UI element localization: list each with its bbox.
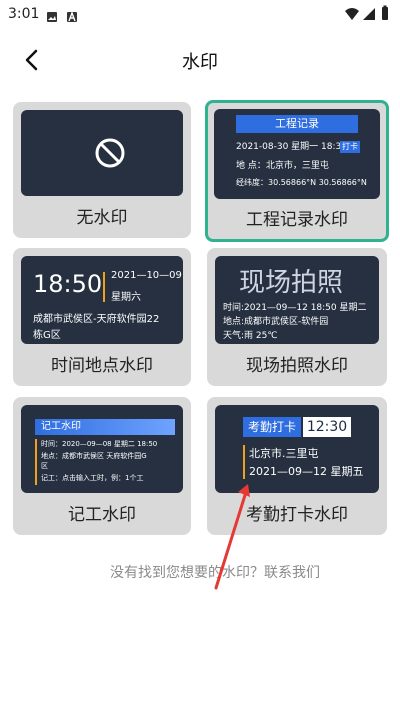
work-line-2a: 地点：成都市武侯区 天府软件园G — [41, 452, 147, 460]
timeplace-time: 18:50 — [33, 270, 103, 298]
work-line-1: 时间：2020—09—08 星期二 18:50 — [41, 440, 158, 448]
timeplace-divider — [103, 272, 105, 302]
watermark-grid: 无水印 工程记录 2021-08-30 星期一 18:33 打卡 地 点：北京市… — [0, 92, 400, 544]
signal-icon — [362, 6, 376, 20]
prohibited-icon — [95, 138, 125, 168]
work-header: 记工水印 — [35, 419, 175, 435]
project-line-1: 2021-08-30 星期一 18:33 — [236, 142, 347, 152]
app-bar: 水印 — [0, 36, 400, 82]
annotation-arrow-icon — [214, 484, 250, 590]
work-line-2b: 区 — [41, 462, 48, 470]
watermark-card-scene[interactable]: 现场拍照 时间:2021—09—12 18:50 星期二 地点:成都市武侯区-软… — [207, 248, 387, 386]
watermark-card-label: 无水印 — [76, 208, 128, 228]
scene-line-2: 地点:成都市武侯区-软件园 — [223, 317, 329, 327]
wifi-icon — [344, 6, 360, 20]
work-divider — [35, 439, 37, 485]
watermark-card-none[interactable]: 无水印 — [13, 102, 191, 238]
attendance-divider — [243, 445, 245, 479]
watermark-card-work[interactable]: 记工水印 时间：2020—09—08 星期二 18:50 地点：成都市武侯区 天… — [13, 397, 191, 535]
watermark-preview-timeplace: 18:50 2021—10—09 星期六 成都市武侯区-天府软件园22 栋G区 — [21, 256, 183, 344]
project-header: 工程记录 — [236, 115, 358, 133]
watermark-preview-work: 记工水印 时间：2020—09—08 星期二 18:50 地点：成都市武侯区 天… — [21, 405, 183, 493]
watermark-card-project[interactable]: 工程记录 2021-08-30 星期一 18:33 打卡 地 点：北京市，三里屯… — [205, 100, 389, 242]
watermark-preview-scene: 现场拍照 时间:2021—09—12 18:50 星期二 地点:成都市武侯区-软… — [215, 256, 379, 344]
attendance-date: 2021—09—12 星期五 — [249, 465, 364, 478]
watermark-card-label: 现场拍照水印 — [246, 356, 348, 376]
scene-line-3: 天气:雨 25℃ — [223, 331, 278, 341]
status-bar: 3:01 — [0, 0, 400, 30]
page-title: 水印 — [182, 52, 218, 73]
a-notification-icon — [66, 8, 78, 22]
watermark-card-label: 记工水印 — [68, 505, 136, 525]
attendance-time: 12:30 — [303, 417, 351, 437]
watermark-preview-project: 工程记录 2021-08-30 星期一 18:33 打卡 地 点：北京市，三里屯… — [214, 109, 380, 199]
project-line-3: 经纬度：30.56866°N 30.56866°N — [236, 178, 367, 187]
timeplace-weekday: 星期六 — [111, 292, 141, 303]
watermark-preview-none — [21, 110, 183, 196]
timeplace-address-2: 栋G区 — [33, 330, 61, 341]
status-time: 3:01 — [8, 6, 40, 22]
image-notification-icon — [46, 8, 58, 22]
scene-header: 现场拍照 — [239, 268, 344, 298]
attendance-badge: 考勤打卡 — [243, 417, 301, 437]
project-line-2: 地 点：北京市，三里屯 — [236, 161, 329, 171]
checkin-badge: 打卡 — [340, 141, 360, 153]
watermark-card-label: 工程记录水印 — [246, 210, 348, 230]
timeplace-address-1: 成都市武侯区-天府软件园22 — [33, 314, 160, 325]
watermark-preview-attendance: 考勤打卡 12:30 北京市.三里屯 2021—09—12 星期五 — [215, 405, 379, 493]
scene-line-1: 时间:2021—09—12 18:50 星期二 — [223, 303, 367, 313]
watermark-card-label: 时间地点水印 — [51, 356, 153, 376]
work-line-3: 记工：点击输入工时，例：1个工 — [41, 474, 144, 482]
attendance-place: 北京市.三里屯 — [249, 447, 319, 460]
watermark-card-timeplace[interactable]: 18:50 2021—10—09 星期六 成都市武侯区-天府软件园22 栋G区 … — [13, 248, 191, 386]
battery-icon — [380, 5, 390, 21]
timeplace-date: 2021—10—09 — [111, 270, 182, 281]
